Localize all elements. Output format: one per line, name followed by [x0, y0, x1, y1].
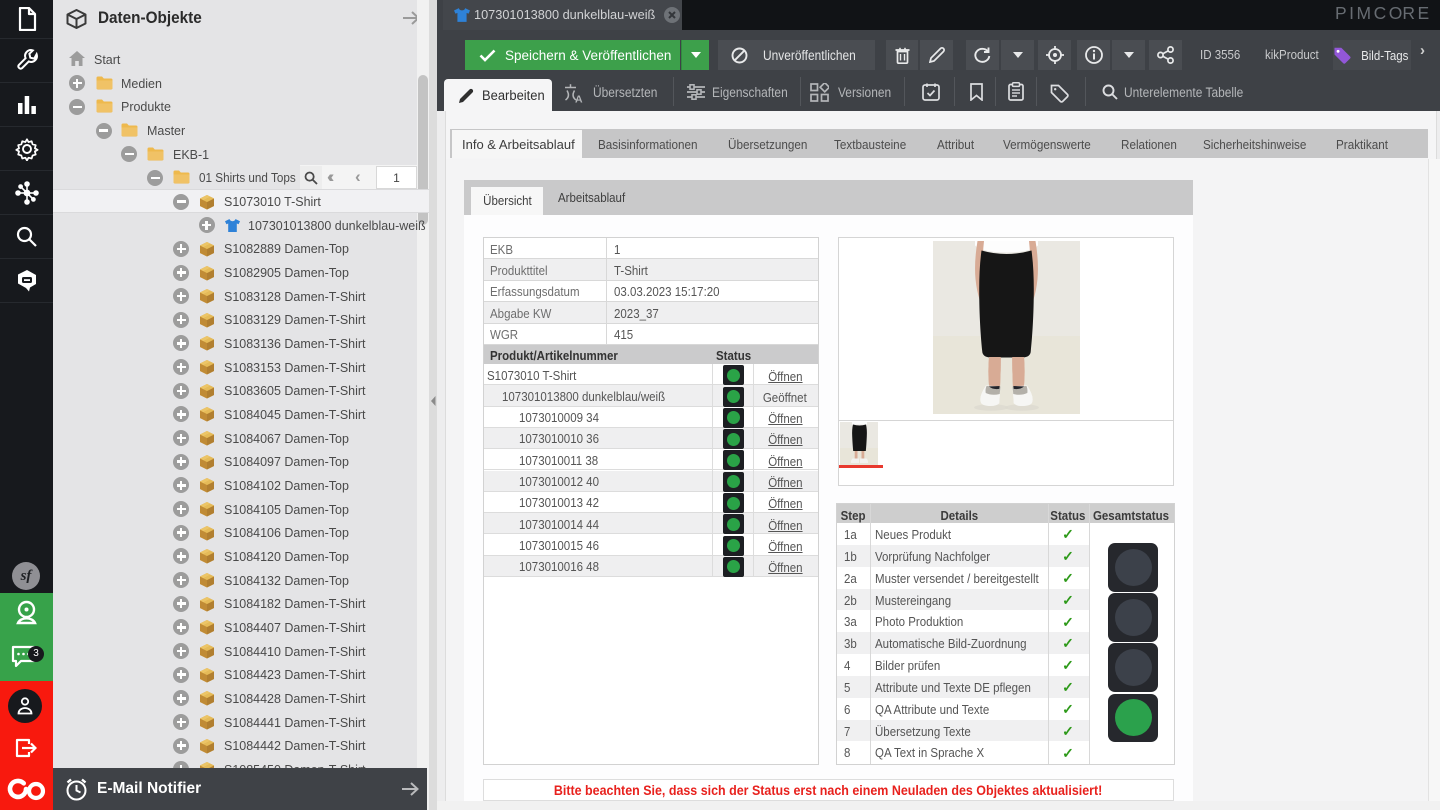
- svg-text:A: A: [575, 94, 583, 104]
